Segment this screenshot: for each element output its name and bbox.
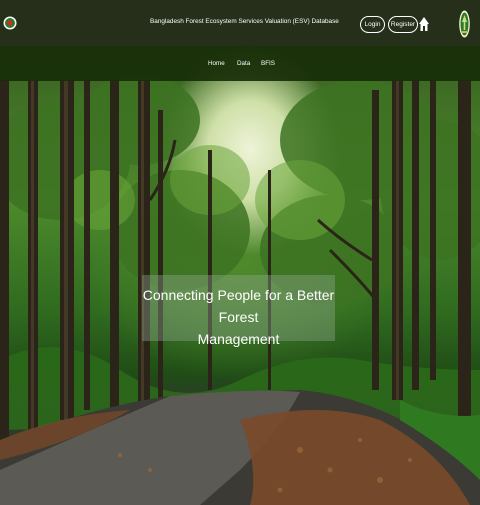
bangladesh-emblem-icon[interactable] — [3, 10, 17, 36]
nav-data[interactable]: Data — [237, 60, 250, 67]
register-button[interactable]: Register — [388, 16, 418, 33]
home-icon[interactable] — [419, 16, 429, 33]
nav-home[interactable]: Home — [208, 60, 225, 67]
tagline-line-2: Management — [197, 331, 280, 347]
site-title: Bangladesh Forest Ecosystem Services Val… — [150, 18, 339, 25]
login-button[interactable]: Login — [360, 16, 385, 33]
page: Bangladesh Forest Ecosystem Services Val… — [0, 0, 480, 505]
tagline-line-1: Connecting People for a Better Forest — [142, 287, 335, 325]
forest-department-emblem-icon[interactable] — [459, 10, 470, 39]
main-nav: Home Data BFIS — [0, 46, 480, 81]
header-bar: Bangladesh Forest Ecosystem Services Val… — [0, 0, 480, 46]
hero-tagline: Connecting People for a Better Forest Ma… — [142, 275, 335, 347]
nav-bfis[interactable]: BFIS — [261, 60, 275, 67]
